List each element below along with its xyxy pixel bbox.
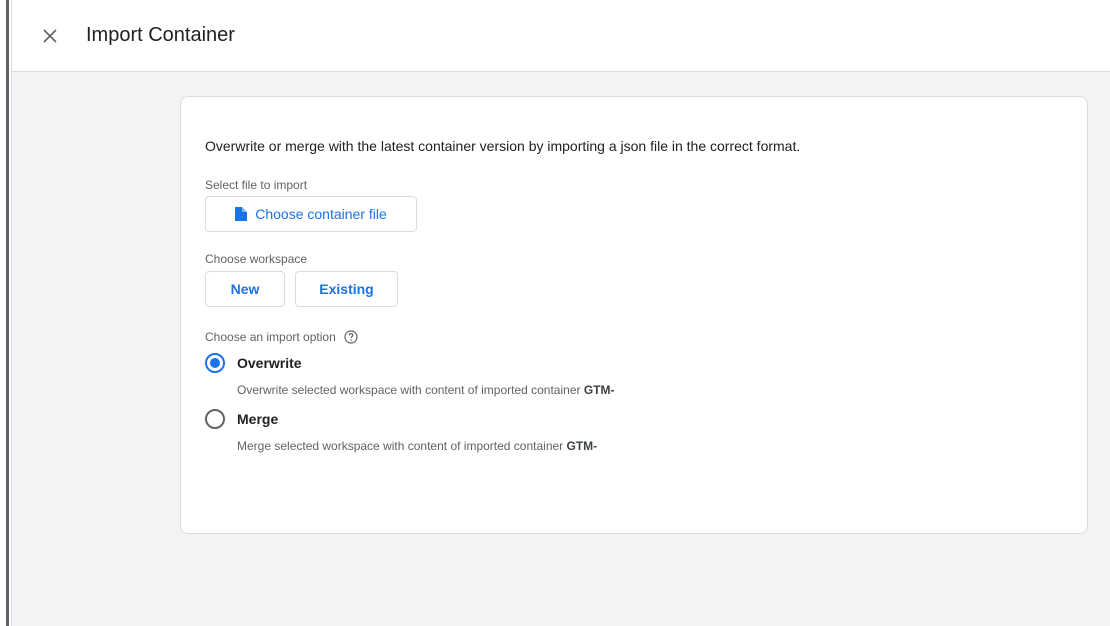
import-card: Overwrite or merge with the latest conta… xyxy=(180,96,1088,534)
intro-text: Overwrite or merge with the latest conta… xyxy=(205,138,801,154)
header-bar: Import Container xyxy=(12,0,1110,72)
merge-description-text: Merge selected workspace with content of… xyxy=(237,439,567,453)
page-title: Import Container xyxy=(86,24,235,46)
close-button[interactable] xyxy=(30,16,70,56)
choose-container-file-button[interactable]: Choose container file xyxy=(205,196,417,232)
merge-radio-option[interactable]: Merge xyxy=(205,409,278,429)
window-edge xyxy=(6,0,9,626)
overwrite-label: Overwrite xyxy=(237,355,302,371)
overwrite-radio-button[interactable] xyxy=(205,353,225,373)
choose-workspace-label: Choose workspace xyxy=(205,252,308,266)
close-icon xyxy=(43,28,57,43)
background-window-strip xyxy=(0,0,12,626)
overwrite-description-text: Overwrite selected workspace with conten… xyxy=(237,383,584,397)
existing-workspace-button[interactable]: Existing xyxy=(295,271,398,307)
choose-container-file-label: Choose container file xyxy=(255,206,387,222)
merge-container-id: GTM- xyxy=(566,439,598,453)
overwrite-description: Overwrite selected workspace with conten… xyxy=(237,383,614,397)
import-option-label-text: Choose an import option xyxy=(205,330,336,344)
merge-radio-button[interactable] xyxy=(205,409,225,429)
new-workspace-button[interactable]: New xyxy=(205,271,285,307)
overwrite-radio-option[interactable]: Overwrite xyxy=(205,353,302,373)
help-icon[interactable] xyxy=(344,330,358,344)
merge-description: Merge selected workspace with content of… xyxy=(237,439,597,453)
file-icon xyxy=(235,207,248,221)
merge-label: Merge xyxy=(237,411,279,427)
overwrite-container-id: GTM- xyxy=(583,383,615,397)
select-file-label: Select file to import xyxy=(205,178,308,192)
import-option-label: Choose an import option xyxy=(205,330,358,344)
